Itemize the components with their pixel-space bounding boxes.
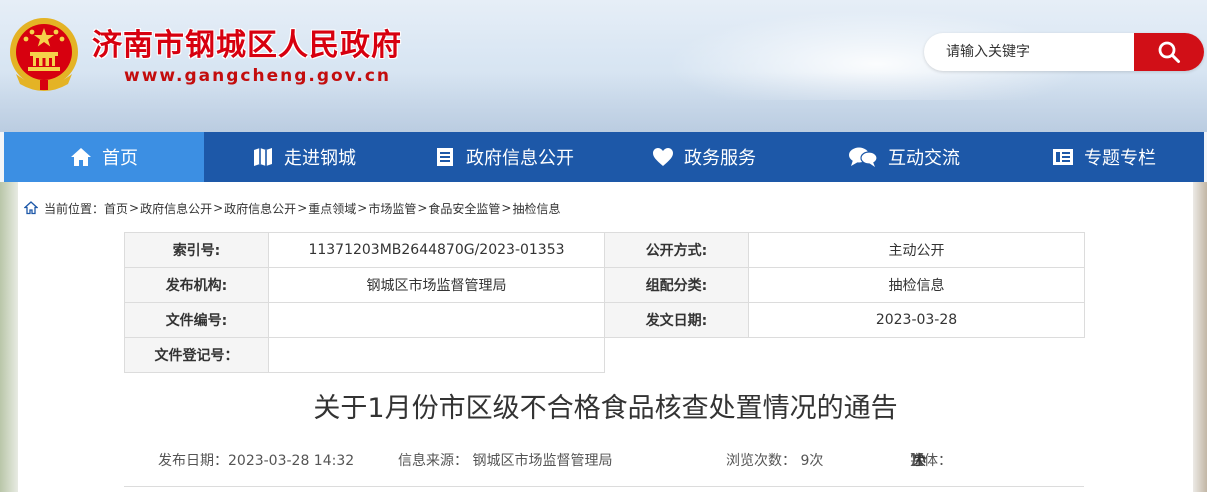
- search-button[interactable]: [1134, 33, 1204, 71]
- heart-icon: [652, 146, 674, 168]
- breadcrumb-separator: >: [501, 201, 512, 215]
- nav-item-home[interactable]: 首页: [4, 132, 204, 182]
- main-content: 当前位置： 首页 > 政府信息公开 > 政府信息公开 > 重点领域 > 市场监管…: [18, 182, 1193, 492]
- column-icon: [1052, 146, 1074, 168]
- table-row: 发布机构: 钢城区市场监督管理局 组配分类: 抽检信息: [124, 267, 1085, 303]
- category-value: 抽检信息: [748, 267, 1085, 303]
- publisher-value: 钢城区市场监督管理局: [268, 267, 605, 303]
- nav-item-label: 专题专栏: [1084, 148, 1156, 169]
- font-bracket-close: 】: [910, 453, 924, 469]
- doc-no-value: [268, 302, 605, 338]
- content-divider: [124, 486, 1084, 487]
- info-source: 信息来源： 钢城区市场监督管理局: [398, 453, 613, 469]
- chat-icon: [848, 146, 878, 168]
- reg-no-label: 文件登记号：: [124, 337, 269, 373]
- breadcrumb-prefix: 当前位置：: [44, 201, 105, 216]
- search-icon: [1158, 41, 1180, 63]
- breadcrumb-separator: >: [297, 201, 308, 215]
- main-nav: 首页 走进钢城 政府信息公开 政务服务 互动交流 专题专栏: [4, 132, 1204, 182]
- breadcrumb-separator: >: [129, 201, 140, 215]
- search-input[interactable]: [924, 33, 1134, 71]
- nav-item-special[interactable]: 专题专栏: [1004, 132, 1204, 182]
- open-mode-label: 公开方式:: [604, 232, 749, 268]
- breadcrumb-item[interactable]: 抽检信息: [512, 200, 560, 217]
- breadcrumb-item[interactable]: 食品安全监管: [428, 200, 500, 217]
- breadcrumb-item[interactable]: 重点领域: [308, 200, 356, 217]
- breadcrumb-item[interactable]: 政府信息公开: [224, 200, 296, 217]
- national-emblem-icon: [10, 18, 78, 91]
- home-icon: [70, 146, 92, 168]
- page-background-left: [0, 182, 18, 492]
- breadcrumb: 当前位置： 首页 > 政府信息公开 > 政府信息公开 > 重点领域 > 市场监管…: [24, 200, 561, 216]
- doc-date-value: 2023-03-28: [748, 302, 1085, 338]
- breadcrumb-separator: >: [213, 201, 224, 215]
- nav-item-label: 互动交流: [888, 148, 960, 169]
- location-home-icon: [24, 201, 38, 215]
- breadcrumb-item[interactable]: 首页: [104, 200, 128, 217]
- table-row: 文件登记号：: [124, 337, 1085, 373]
- site-header: 济南市钢城区人民政府 www.gangcheng.gov.cn: [0, 0, 1207, 132]
- nav-item-label: 政务服务: [684, 148, 756, 169]
- site-title[interactable]: 济南市钢城区人民政府: [92, 20, 402, 64]
- page-background-right: [1193, 182, 1207, 492]
- doc-date-label: 发文日期:: [604, 302, 749, 338]
- reg-no-value: [268, 337, 605, 373]
- nav-item-label: 首页: [102, 148, 138, 169]
- document-icon: [434, 146, 456, 168]
- search-box: [924, 33, 1204, 71]
- breadcrumb-separator: >: [417, 201, 428, 215]
- breadcrumb-item[interactable]: 政府信息公开: [140, 200, 212, 217]
- nav-item-about[interactable]: 走进钢城: [204, 132, 404, 182]
- table-row: 索引号: 11371203MB2644870G/2023-01353 公开方式:…: [124, 232, 1085, 268]
- article-info-bar: 发布日期：2023-03-28 14:32 信息来源： 钢城区市场监督管理局 浏…: [158, 450, 1058, 470]
- nav-item-interaction[interactable]: 互动交流: [804, 132, 1004, 182]
- breadcrumb-item[interactable]: 市场监管: [368, 200, 416, 217]
- category-label: 组配分类:: [604, 267, 749, 303]
- table-row: 文件编号: 发文日期: 2023-03-28: [124, 302, 1085, 338]
- nav-item-label: 走进钢城: [284, 148, 356, 169]
- doc-no-label: 文件编号:: [124, 302, 269, 338]
- site-url[interactable]: www.gangcheng.gov.cn: [124, 66, 391, 86]
- open-mode-value: 主动公开: [748, 232, 1085, 268]
- nav-item-label: 政府信息公开: [466, 148, 574, 169]
- table-empty-cell: [605, 338, 1085, 373]
- document-meta-table: 索引号: 11371203MB2644870G/2023-01353 公开方式:…: [124, 232, 1085, 373]
- index-no-label: 索引号:: [124, 232, 269, 268]
- breadcrumb-separator: >: [357, 201, 368, 215]
- nav-item-services[interactable]: 政务服务: [604, 132, 804, 182]
- view-count: 浏览次数： 9次: [726, 453, 824, 469]
- article-title: 关于1月份市区级不合格食品核查处置情况的通告: [313, 393, 898, 424]
- nav-item-gov-info[interactable]: 政府信息公开: [404, 132, 604, 182]
- map-icon: [252, 146, 274, 168]
- index-no-value: 11371203MB2644870G/2023-01353: [268, 232, 605, 268]
- publisher-label: 发布机构:: [124, 267, 269, 303]
- publish-date: 发布日期：2023-03-28 14:32: [158, 453, 355, 469]
